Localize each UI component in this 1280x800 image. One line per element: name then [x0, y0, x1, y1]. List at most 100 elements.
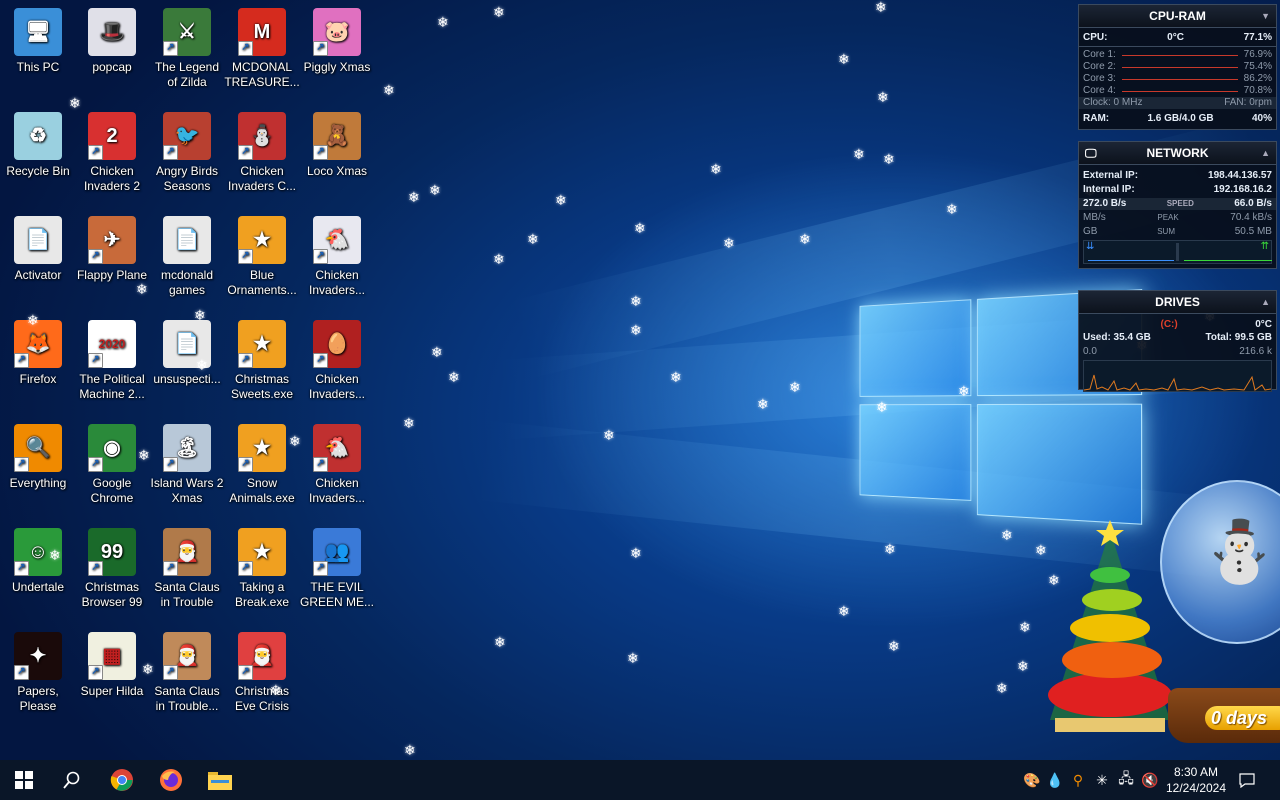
desktop-icon-unsuspecti[interactable]: 📄 unsuspecti... [149, 314, 225, 414]
upload-arrow-icon: ⇈ [1260, 241, 1269, 252]
desktop-icon-island-wars-2-xmas[interactable]: 🏝 ↗ Island Wars 2 Xmas [149, 418, 225, 518]
desktop-icon-christmas-browser-99[interactable]: 99 ↗ Christmas Browser 99 [74, 522, 150, 622]
shortcut-arrow-icon: ↗ [238, 353, 253, 368]
core-label: Core 3: [1083, 73, 1116, 84]
search-button[interactable] [48, 760, 96, 800]
start-button[interactable] [0, 760, 48, 800]
desktop-icon-snow-animals-exe[interactable]: ★ ↗ Snow Animals.exe [224, 418, 300, 518]
desktop-icon-label: Taking a Break.exe [234, 580, 290, 609]
notification-icon [1239, 773, 1255, 788]
desktop-icon-the-legend-of-zilda[interactable]: ⚔ ↗ The Legend of Zilda [149, 2, 225, 102]
drives-gadget[interactable]: DRIVES ▲ (C:) 0°C Used: 35.4 GB Total: 9… [1078, 290, 1277, 392]
shortcut-arrow-icon: ↗ [163, 41, 178, 56]
desktop-icon-angry-birds-seasons[interactable]: 🐦 ↗ Angry Birds Seasons [149, 106, 225, 206]
desktop-icon-everything[interactable]: 🔍 ↗ Everything [0, 418, 76, 518]
snowflake-icon: ❄ [634, 220, 646, 236]
upload-speed: 66.0 B/s [1234, 198, 1272, 209]
desktop-icon-the-political-machine-2[interactable]: 2020 ↗ The Political Machine 2... [74, 314, 150, 414]
desktop-icon-santa-claus-in-trouble[interactable]: 🎅 ↗ Santa Claus in Trouble... [149, 626, 225, 726]
drive-total: Total: 99.5 GB [1205, 332, 1273, 343]
snowflake-icon: ❄ [527, 231, 539, 247]
desktop-icon-undertale[interactable]: ☺ ↗ Undertale [0, 522, 76, 622]
desktop-icon-taking-a-break-exe[interactable]: ★ ↗ Taking a Break.exe [224, 522, 300, 622]
desktop-icon-christmas-sweets-exe[interactable]: ★ ↗ Christmas Sweets.exe [224, 314, 300, 414]
network-gadget[interactable]: 🖵 NETWORK ▲ External IP: 198.44.136.57 I… [1078, 141, 1277, 269]
tray-sparkle-icon[interactable]: ✳ [1092, 760, 1112, 800]
taking-a-break-exe-icon: ★ ↗ [238, 528, 286, 576]
snowflake-icon: ❄ [408, 189, 420, 205]
clock-date: 12/24/2024 [1165, 781, 1227, 795]
snowflake-icon: ❄ [799, 231, 811, 247]
tray-paint-icon[interactable]: 🎨 [1022, 760, 1042, 800]
desktop-icon-label: THE EVIL GREEN ME... [299, 580, 374, 609]
taskbar-firefox[interactable] [147, 760, 195, 800]
collapse-icon[interactable]: ▲ [1261, 291, 1270, 313]
christmas-eve-crisis-icon: 🎅 ↗ [238, 632, 286, 680]
desktop-icon-firefox[interactable]: 🦊 ↗ Firefox [0, 314, 76, 414]
desktop-icon-loco-xmas[interactable]: 🧸 ↗ Loco Xmas [299, 106, 375, 206]
christmas-sweets-exe-icon: ★ ↗ [238, 320, 286, 368]
collapse-icon[interactable]: ▲ [1261, 142, 1270, 164]
desktop-icon-piggly-xmas[interactable]: 🐷 ↗ Piggly Xmas [299, 2, 375, 102]
desktop-icon-label: Santa Claus in Trouble [154, 580, 220, 609]
cpu-usage: 77.1% [1243, 32, 1272, 43]
drive-activity-graph [1083, 360, 1272, 392]
desktop-icon-label: Super Hilda [80, 684, 144, 698]
tray-everything-icon[interactable]: ⚲ [1068, 760, 1088, 800]
desktop-icon-this-pc[interactable]: 🖥 This PC [0, 2, 76, 102]
collapse-icon[interactable]: ▼ [1261, 5, 1270, 27]
this-pc-icon: 🖥 [14, 8, 62, 56]
shortcut-arrow-icon: ↗ [238, 561, 253, 576]
desktop-icon-chicken-invaders[interactable]: 🥚 ↗ Chicken Invaders... [299, 314, 375, 414]
super-hilda-icon: ▦ ↗ [88, 632, 136, 680]
desktop-icon-mcdonald-games[interactable]: 📄 mcdonald games [149, 210, 225, 310]
desktop-icon-mcdonal-treasure[interactable]: M ↗ MCDONAL TREASURE... [224, 2, 300, 102]
desktop-icon-chicken-invaders-2[interactable]: 2 ↗ Chicken Invaders 2 [74, 106, 150, 206]
cpu-ram-gadget[interactable]: CPU-RAM ▼ CPU: 0°C 77.1% Core 1: 76.9% Co… [1078, 4, 1277, 130]
santa-claus-in-trouble-icon: 🎅 ↗ [163, 632, 211, 680]
desktop-icon-label: unsuspecti... [153, 372, 221, 386]
desktop-icon-popcap[interactable]: 🎩 popcap [74, 2, 150, 102]
desktop-icon-papers-please[interactable]: ✦ ↗ Papers, Please [0, 626, 76, 726]
shortcut-arrow-icon: ↗ [14, 561, 29, 576]
taskbar-clock[interactable]: 8:30 AM 12/24/2024 [1160, 764, 1232, 796]
tray-volume-muted-icon[interactable]: 🔇 [1140, 760, 1160, 800]
desktop-icon-chicken-invaders-c[interactable]: ⛄ ↗ Chicken Invaders C... [224, 106, 300, 206]
shortcut-arrow-icon: ↗ [14, 457, 29, 472]
tray-network-icon[interactable]: 🖧 [1116, 760, 1136, 800]
desktop-icon-label: mcdonald games [160, 268, 214, 297]
shortcut-arrow-icon: ↗ [163, 457, 178, 472]
desktop-icon-super-hilda[interactable]: ▦ ↗ Super Hilda [74, 626, 150, 726]
notification-button[interactable] [1236, 760, 1258, 800]
desktop-icon-chicken-invaders[interactable]: 🐔 ↗ Chicken Invaders... [299, 418, 375, 518]
chicken-invaders-icon: 🐔 ↗ [313, 424, 361, 472]
taskbar-file-explorer[interactable] [196, 760, 244, 800]
shortcut-arrow-icon: ↗ [238, 41, 253, 56]
desktop-icon-activator[interactable]: 📄 Activator [0, 210, 76, 310]
desktop-icon-the-evil-green-me[interactable]: 👥 ↗ THE EVIL GREEN ME... [299, 522, 375, 622]
desktop-icon-chicken-invaders[interactable]: 🐔 ↗ Chicken Invaders... [299, 210, 375, 310]
core-bar [1121, 67, 1238, 68]
snowflake-icon: ❄ [884, 541, 896, 557]
desktop-icon-christmas-eve-crisis[interactable]: 🎅 ↗ Christmas Eve Crisis [224, 626, 300, 726]
snowflake-icon: ❄ [494, 634, 506, 650]
windows-start-icon [15, 771, 33, 789]
desktop-icon-flappy-plane[interactable]: ✈ ↗ Flappy Plane [74, 210, 150, 310]
monitor-icon: 🖵 [1085, 146, 1097, 160]
snowflake-icon: ❄ [429, 182, 441, 198]
snowflake-icon: ❄ [757, 396, 769, 412]
sum-label: SUM [1157, 227, 1175, 236]
download-peak: MB/s [1083, 212, 1106, 223]
taskbar-chrome[interactable] [98, 760, 146, 800]
core-value: 86.2% [1243, 73, 1272, 84]
shortcut-arrow-icon: ↗ [313, 457, 328, 472]
tray-drop-icon[interactable]: 💧 [1045, 760, 1065, 800]
drives-header: DRIVES ▲ [1079, 291, 1276, 314]
snowflake-icon: ❄ [883, 151, 895, 167]
desktop-icon-blue-ornaments[interactable]: ★ ↗ Blue Ornaments... [224, 210, 300, 310]
google-chrome-icon: ◉ ↗ [88, 424, 136, 472]
desktop-icon-recycle-bin[interactable]: ♻ Recycle Bin [0, 106, 76, 206]
desktop-icon-google-chrome[interactable]: ◉ ↗ Google Chrome [74, 418, 150, 518]
desktop-icon-santa-claus-in-trouble[interactable]: 🎅 ↗ Santa Claus in Trouble [149, 522, 225, 622]
snowflake-icon: ❄ [448, 369, 460, 385]
